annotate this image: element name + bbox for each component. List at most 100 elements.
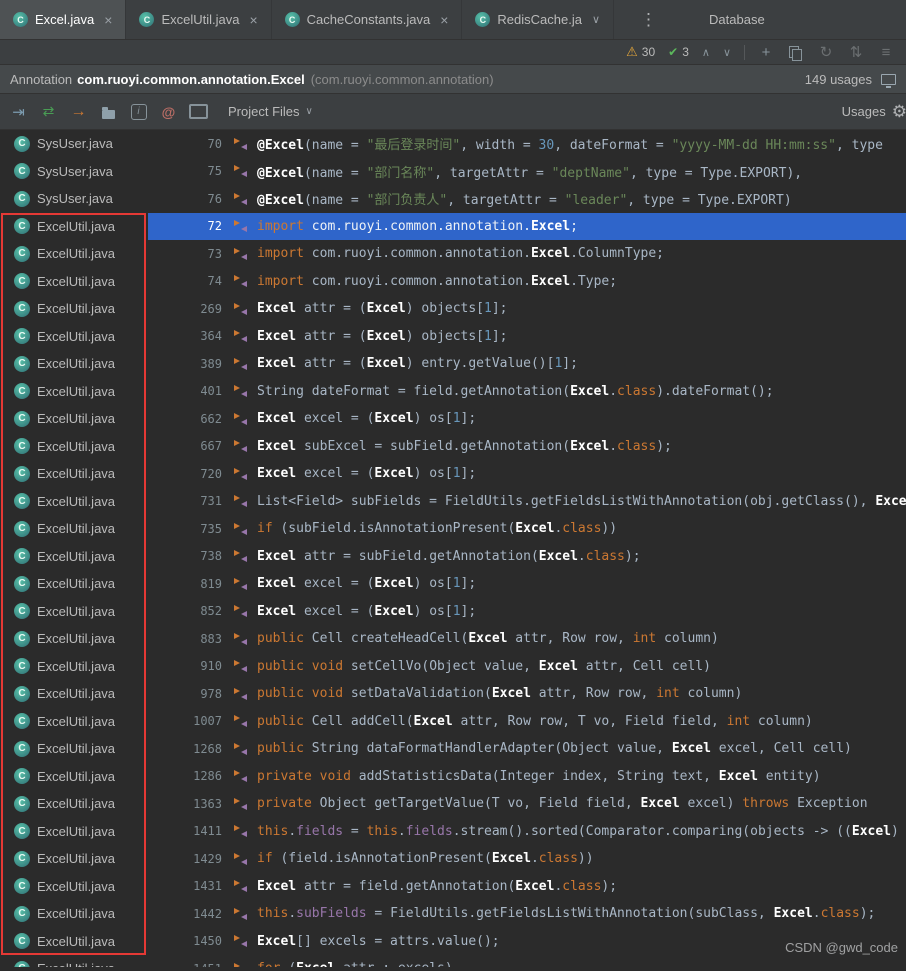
usage-code: public void setCellVo(Object value, Exce… — [257, 658, 711, 674]
navigate-icon[interactable]: → — [66, 100, 91, 124]
usage-row[interactable]: C ExcelUtil.java 1268 public String dataFor… — [0, 735, 906, 763]
usage-file: C ExcelUtil.java — [0, 245, 148, 262]
usage-code-cell: 364 Excel attr = (Excel) objects[1]; — [148, 323, 906, 351]
usage-header: Annotation com.ruoyi.common.annotation.E… — [0, 65, 906, 94]
rerun-icon[interactable]: ⇄ — [36, 100, 61, 124]
line-number: 735 — [200, 521, 222, 536]
class-icon: C — [14, 878, 30, 895]
usage-code-cell: 70 @Excel(name = "最后登录时间", width = 30, da… — [148, 130, 906, 158]
file-name: ExcelUtil.java — [37, 851, 116, 867]
usage-code: Excel[] excels = attrs.value(); — [257, 933, 500, 949]
sort-icon[interactable]: ⇅ — [848, 43, 864, 61]
editor-tab-rediscache-ja[interactable]: C RedisCache.ja ∨ — [462, 0, 615, 39]
usage-file: C ExcelUtil.java — [0, 713, 148, 730]
more-icon[interactable]: ≡ — [878, 44, 894, 61]
usage-file: C ExcelUtil.java — [0, 878, 148, 895]
usage-code-cell: 389 Excel attr = (Excel) entry.getValue()… — [148, 350, 906, 378]
ok-widget[interactable]: ✔ 3 — [668, 45, 689, 59]
prev-problem-icon[interactable]: ∧ — [702, 46, 710, 59]
usage-row[interactable]: C ExcelUtil.java 1431 Excel attr = field.ge… — [0, 873, 906, 901]
usage-type-icon — [234, 852, 247, 865]
info-icon[interactable] — [126, 100, 151, 124]
class-icon: C — [14, 850, 30, 867]
file-name: ExcelUtil.java — [37, 686, 116, 702]
warnings-widget[interactable]: ⚠ 30 — [626, 44, 655, 60]
chevron-down-icon[interactable]: ∨ — [592, 13, 600, 26]
hidden-tabs-icon[interactable]: ⋮ — [628, 0, 669, 39]
close-icon[interactable]: × — [440, 12, 448, 28]
next-problem-icon[interactable]: ∨ — [723, 46, 731, 59]
usage-row[interactable]: C ExcelUtil.java 1363 private Object getTar… — [0, 790, 906, 818]
dock-pin-icon[interactable]: ⇥ — [6, 100, 31, 124]
usage-file: C ExcelUtil.java — [0, 823, 148, 840]
usage-row[interactable]: C ExcelUtil.java 735 if (subField.isAnnotat… — [0, 515, 906, 543]
usage-file: C ExcelUtil.java — [0, 410, 148, 427]
file-name: ExcelUtil.java — [37, 658, 116, 674]
editor-tab-cacheconstants-java[interactable]: C CacheConstants.java × — [272, 0, 463, 39]
usage-file: C ExcelUtil.java — [0, 300, 148, 317]
usage-code: for (Excel attr : excels) — [257, 961, 453, 967]
file-name: ExcelUtil.java — [37, 713, 116, 729]
gear-icon[interactable]: ⚙ — [892, 102, 906, 122]
usage-row[interactable]: C ExcelUtil.java 1286 private void addStati… — [0, 763, 906, 791]
usage-row[interactable]: C ExcelUtil.java 1442 this.subFields = Fiel… — [0, 900, 906, 928]
usage-row[interactable]: C ExcelUtil.java 1007 public Cell addCell(E… — [0, 708, 906, 736]
check-icon: ✔ — [668, 45, 679, 59]
usage-row[interactable]: C ExcelUtil.java 74 import com.ruoyi.common… — [0, 268, 906, 296]
usage-row[interactable]: C ExcelUtil.java 720 Excel excel = (Excel) … — [0, 460, 906, 488]
usage-row[interactable]: C ExcelUtil.java 731 List<Field> subFields … — [0, 488, 906, 516]
usage-row[interactable]: C ExcelUtil.java 662 Excel excel = (Excel) … — [0, 405, 906, 433]
class-icon: C — [14, 905, 30, 922]
tab-label: CacheConstants.java — [306, 12, 431, 27]
usage-row[interactable]: C ExcelUtil.java 269 Excel attr = (Excel) o… — [0, 295, 906, 323]
usage-code: Excel excel = (Excel) os[1]; — [257, 603, 477, 619]
usage-row[interactable]: C ExcelUtil.java 910 public void setCellVo(… — [0, 653, 906, 681]
usage-row[interactable]: C ExcelUtil.java 852 Excel excel = (Excel) … — [0, 598, 906, 626]
usage-file: C ExcelUtil.java — [0, 795, 148, 812]
usage-row[interactable]: C ExcelUtil.java 978 public void setDataVal… — [0, 680, 906, 708]
open-in-window-icon[interactable] — [881, 73, 896, 88]
class-icon: C — [14, 438, 30, 455]
preview-icon[interactable] — [186, 100, 211, 124]
usage-row[interactable]: C ExcelUtil.java 738 Excel attr = subField.… — [0, 543, 906, 571]
usage-row[interactable]: C ExcelUtil.java 73 import com.ruoyi.common… — [0, 240, 906, 268]
copy-icon[interactable] — [788, 45, 804, 61]
usage-row[interactable]: C SysUser.java 75 @Excel(name = "部门名称", tar… — [0, 158, 906, 186]
usage-row[interactable]: C ExcelUtil.java 72 import com.ruoyi.common… — [0, 212, 906, 240]
usage-type-icon — [234, 385, 247, 398]
usage-row[interactable]: C ExcelUtil.java 1450 Excel[] excels = attr… — [0, 928, 906, 956]
usage-code-cell: 72 import com.ruoyi.common.annotation.Exc… — [148, 212, 906, 240]
tab-database[interactable]: Database — [695, 0, 779, 39]
usage-type-icon — [234, 275, 247, 288]
scope-selector[interactable]: Project Files ∨ — [228, 104, 313, 119]
class-icon: C — [139, 12, 155, 27]
close-icon[interactable]: × — [104, 12, 112, 28]
close-icon[interactable]: × — [249, 12, 257, 28]
class-icon: C — [14, 328, 30, 345]
usage-code: import com.ruoyi.common.annotation.Excel… — [257, 246, 665, 262]
usage-row[interactable]: C ExcelUtil.java 819 Excel excel = (Excel) … — [0, 570, 906, 598]
usage-row[interactable]: C ExcelUtil.java 1411 this.fields = this.fi… — [0, 818, 906, 846]
annotation-icon[interactable]: @ — [156, 100, 181, 124]
usage-row[interactable]: C SysUser.java 76 @Excel(name = "部门负责人", ta… — [0, 185, 906, 213]
line-number: 74 — [207, 274, 222, 289]
editor-tab-excel-java[interactable]: C Excel.java × — [0, 0, 127, 39]
usage-row[interactable]: C ExcelUtil.java 1429 if (field.isAnnotatio… — [0, 845, 906, 873]
file-name: ExcelUtil.java — [37, 933, 116, 949]
usage-row[interactable]: C ExcelUtil.java 389 Excel attr = (Excel) e… — [0, 350, 906, 378]
usage-code-cell: 738 Excel attr = subField.getAnnotation(E… — [148, 543, 906, 571]
line-number: 72 — [207, 219, 222, 234]
usage-row[interactable]: C ExcelUtil.java 364 Excel attr = (Excel) o… — [0, 323, 906, 351]
file-name: ExcelUtil.java — [37, 521, 116, 537]
editor-tab-excelutil-java[interactable]: C ExcelUtil.java × — [126, 0, 272, 39]
scope-folder-icon[interactable] — [96, 100, 121, 124]
usage-row[interactable]: C ExcelUtil.java 883 public Cell createHead… — [0, 625, 906, 653]
refresh-icon[interactable]: ↻ — [818, 43, 834, 61]
add-icon[interactable]: + — [758, 44, 774, 61]
usage-row[interactable]: C SysUser.java 70 @Excel(name = "最后登录时间", w… — [0, 130, 906, 158]
usage-row[interactable]: C ExcelUtil.java 667 Excel subExcel = subFi… — [0, 433, 906, 461]
usage-row[interactable]: C ExcelUtil.java 401 String dateFormat = fi… — [0, 378, 906, 406]
usage-type-icon — [234, 605, 247, 618]
usage-file: C ExcelUtil.java — [0, 740, 148, 757]
usage-row[interactable]: C ExcelUtil.java 1451 for (Excel attr : exc… — [0, 955, 906, 967]
